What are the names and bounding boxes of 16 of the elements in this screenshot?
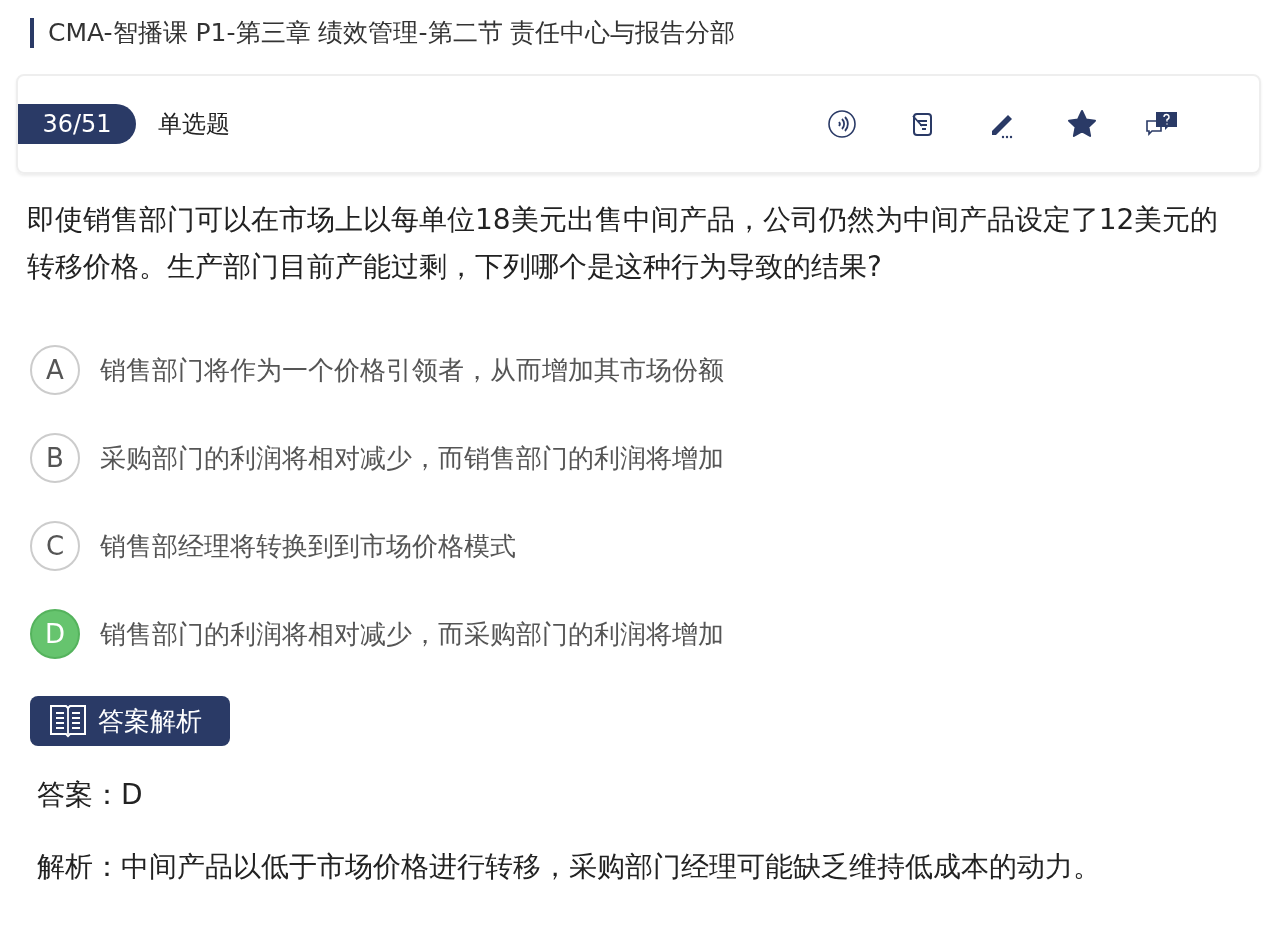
book-icon [48, 702, 88, 740]
audio-icon[interactable] [825, 107, 859, 141]
option-letter[interactable]: B [30, 433, 80, 483]
option-letter[interactable]: A [30, 345, 80, 395]
progress-badge: 36/51 [18, 104, 136, 144]
option-letter[interactable]: C [30, 521, 80, 571]
option-text[interactable]: 采购部门的利润将相对减少，而销售部门的利润将增加 [100, 438, 724, 478]
option-text[interactable]: 销售部门将作为一个价格引领者，从而增加其市场份额 [100, 350, 724, 390]
question-type: 单选题 [158, 109, 230, 140]
analysis-heading: 答案解析 [98, 704, 202, 738]
option-text[interactable]: 销售部经理将转换到到市场价格模式 [100, 526, 516, 566]
question-text: 即使销售部门可以在市场上以每单位18美元出售中间产品，公司仍然为中间产品设定了12美元的转移价格。生产部门目前产能过剩，下列哪个是这种行为导致的结果? [26, 202, 1220, 285]
page-title: CMA-智播课 P1-第三章 绩效管理-第二节 责任中心与报告分部 [30, 18, 736, 48]
option-text[interactable]: 销售部门的利润将相对减少，而采购部门的利润将增加 [100, 614, 724, 654]
answer-text: 答案：D [37, 777, 144, 813]
explanation-text: 解析：中间产品以低于市场价格进行转移，采购部门经理可能缺乏维持低成本的动力。 [37, 849, 1102, 885]
